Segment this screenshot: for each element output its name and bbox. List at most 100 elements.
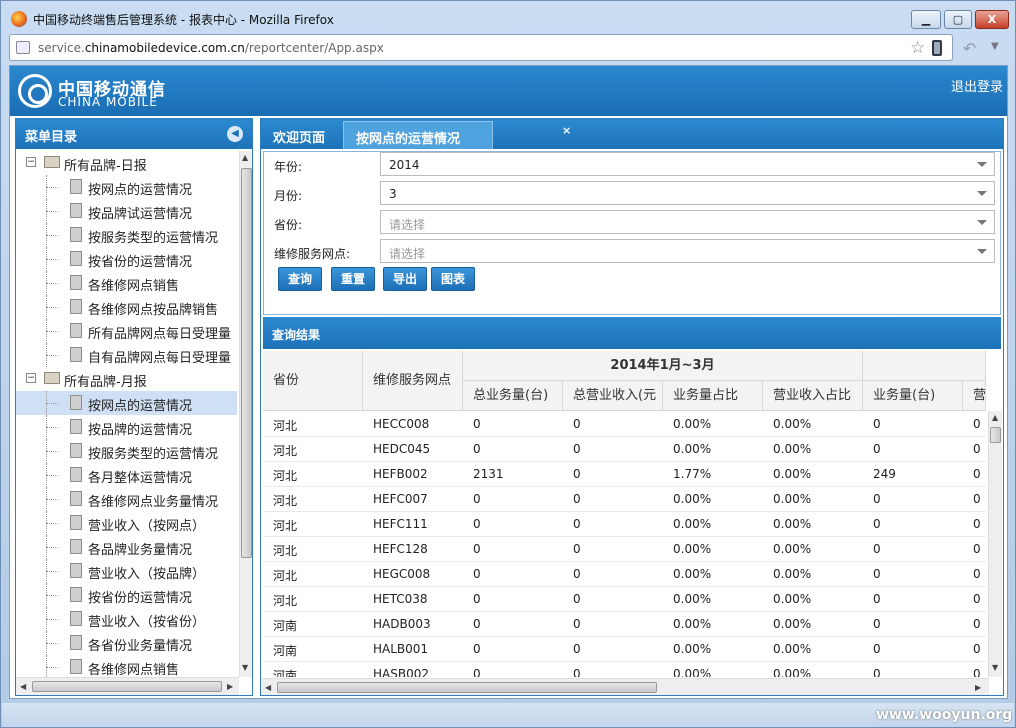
scroll-down-icon[interactable]: ▼ [242, 663, 248, 672]
tree-guide [46, 187, 58, 188]
collapse-sidebar-icon[interactable]: ◀ [227, 126, 243, 142]
export-button[interactable]: 导出 [383, 267, 427, 291]
tree-item[interactable]: 营业收入（按省份） [16, 607, 237, 631]
table-cell: 0.00% [673, 417, 712, 431]
tree-item[interactable]: 按品牌试运营情况 [16, 199, 237, 223]
scroll-thumb[interactable] [990, 427, 1001, 443]
scroll-down-icon[interactable]: ▼ [992, 663, 998, 672]
scroll-up-icon[interactable]: ▲ [992, 413, 998, 422]
tree-item[interactable]: 按服务类型的运营情况 [16, 223, 237, 247]
scroll-right-icon[interactable]: ▶ [227, 682, 233, 691]
table-row[interactable]: 河北 HEFB002 2131 0 1.77% 0.00% 249 0 [263, 462, 986, 487]
tree-item[interactable]: 各维修网点按品牌销售 [16, 295, 237, 319]
col-revenue[interactable]: 营业收 [963, 381, 986, 411]
tree-item[interactable]: 按省份的运营情况 [16, 583, 237, 607]
sidebar-vertical-scrollbar[interactable]: ▲ ▼ [239, 151, 252, 677]
tree-item-label: 各省份业务量情况 [88, 639, 193, 654]
scroll-left-icon[interactable]: ◀ [265, 683, 271, 692]
province-select[interactable]: 请选择 [380, 210, 995, 234]
tree-item[interactable]: 各省份业务量情况 [16, 631, 237, 655]
table-row[interactable]: 河北 HEGC008 0 0 0.00% 0.00% 0 0 [263, 562, 986, 587]
table-row[interactable]: 河北 HETC038 0 0 0.00% 0.00% 0 0 [263, 587, 986, 612]
collapse-node-icon[interactable]: − [26, 157, 36, 167]
col-volume-share[interactable]: 业务量占比 [663, 381, 763, 411]
tab-welcome[interactable]: 欢迎页面 [261, 121, 341, 149]
group-header-period: 2014年1月~3月 [463, 351, 863, 381]
logout-link[interactable]: 退出登录 [951, 76, 1003, 95]
table-cell: 0 [573, 542, 581, 556]
scroll-left-icon[interactable]: ◀ [20, 682, 26, 691]
table-row[interactable]: 河北 HEFC128 0 0 0.00% 0.00% 0 0 [263, 537, 986, 562]
tree-item-label: 各维修网点业务量情况 [88, 495, 219, 510]
tree-group-label: 所有品牌-日报 [64, 159, 147, 174]
tree-item[interactable]: 按网点的运营情况 [16, 175, 237, 199]
year-select[interactable]: 2014 [380, 152, 995, 176]
back-arrow-icon[interactable]: ↶ [963, 39, 976, 58]
address-bar[interactable]: service.chinamobiledevice.com.cn/reportc… [9, 34, 953, 61]
close-tab-icon[interactable]: × [562, 124, 571, 137]
reset-button[interactable]: 重置 [331, 267, 375, 291]
sidebar-horizontal-scrollbar[interactable]: ◀ ▶ [16, 677, 239, 695]
scroll-thumb[interactable] [277, 682, 657, 693]
tree-item[interactable]: 各维修网点销售 [16, 271, 237, 295]
outlet-select[interactable]: 请选择 [380, 239, 995, 263]
table-row[interactable]: 河北 HEFC111 0 0 0.00% 0.00% 0 0 [263, 512, 986, 537]
col-total-volume[interactable]: 总业务量(台) [463, 381, 563, 411]
table-row[interactable]: 河北 HEDC045 0 0 0.00% 0.00% 0 0 [263, 437, 986, 462]
table-row[interactable]: 河南 HADB003 0 0 0.00% 0.00% 0 0 [263, 612, 986, 637]
table-row[interactable]: 河北 HEFC007 0 0 0.00% 0.00% 0 0 [263, 487, 986, 512]
query-button[interactable]: 查询 [278, 267, 322, 291]
tree-item[interactable]: 自有品牌网点每日受理量 [16, 343, 237, 367]
col-total-revenue[interactable]: 总营业收入(元 [563, 381, 663, 411]
bookmark-star-icon[interactable]: ☆ [910, 38, 925, 58]
document-icon [70, 539, 82, 554]
col-outlet[interactable]: 维修服务网点 [363, 351, 463, 411]
collapse-node-icon[interactable]: − [26, 373, 36, 383]
tree-item[interactable]: 各品牌业务量情况 [16, 535, 237, 559]
col-volume[interactable]: 业务量(台) [863, 381, 963, 411]
table-cell: 0.00% [773, 517, 812, 531]
tree-group[interactable]: − 所有品牌-日报 [16, 151, 237, 175]
tree-item[interactable]: 按网点的运营情况 [16, 391, 237, 415]
table-row[interactable]: 河南 HASB002 0 0 0.00% 0.00% 0 0 [263, 662, 986, 677]
tree-item-label: 按省份的运营情况 [88, 591, 193, 606]
table-row[interactable]: 河北 HECC008 0 0 0.00% 0.00% 0 0 [263, 412, 986, 437]
grid-vertical-scrollbar[interactable]: ▲ ▼ [988, 411, 1002, 677]
grid-horizontal-scrollbar[interactable]: ◀ ▶ [261, 678, 989, 695]
watermark: www.wooyun.org [876, 707, 1013, 723]
tree-item[interactable]: 所有品牌网点每日受理量 [16, 319, 237, 343]
tree-item[interactable]: 按省份的运营情况 [16, 247, 237, 271]
mobile-device-icon[interactable] [932, 40, 942, 56]
scroll-up-icon[interactable]: ▲ [242, 153, 248, 162]
tab-outlet-operations[interactable]: 按网点的运营情况 × [343, 121, 571, 149]
scroll-right-icon[interactable]: ▶ [975, 683, 981, 692]
sidebar-header: 菜单目录 ◀ [16, 119, 252, 149]
table-cell: 2131 [473, 467, 504, 481]
scroll-thumb[interactable] [241, 168, 252, 558]
chart-button[interactable]: 图表 [431, 267, 475, 291]
minimize-button[interactable]: ▁ [911, 10, 941, 29]
tree-item[interactable]: 按品牌的运营情况 [16, 415, 237, 439]
col-province[interactable]: 省份 [263, 351, 363, 411]
month-select[interactable]: 3 [380, 181, 995, 205]
tree-item[interactable]: 营业收入（按品牌） [16, 559, 237, 583]
table-cell: 0 [573, 442, 581, 456]
scroll-thumb[interactable] [32, 681, 222, 692]
tree-item[interactable]: 营业收入（按网点） [16, 511, 237, 535]
history-dropdown-icon[interactable]: ▼ [991, 41, 999, 52]
maximize-button[interactable]: ▢ [944, 10, 972, 29]
tree-item[interactable]: 各维修网点业务量情况 [16, 487, 237, 511]
table-row[interactable]: 河南 HALB001 0 0 0.00% 0.00% 0 0 [263, 637, 986, 662]
folder-icon [44, 372, 60, 384]
tree-item-label: 营业收入（按省份） [88, 615, 206, 630]
tree-item[interactable]: 按服务类型的运营情况 [16, 439, 237, 463]
table-cell: 0 [573, 567, 581, 581]
tree-group[interactable]: − 所有品牌-月报 [16, 367, 237, 391]
close-window-button[interactable]: X [975, 10, 1009, 29]
url-text[interactable]: service.chinamobiledevice.com.cn/reportc… [38, 41, 384, 55]
sidebar-title: 菜单目录 [25, 130, 78, 145]
col-revenue-share[interactable]: 营业收入占比 [763, 381, 863, 411]
tree-item[interactable]: 各维修网点销售 [16, 655, 237, 677]
tree-item[interactable]: 各月整体运营情况 [16, 463, 237, 487]
table-cell: 0.00% [673, 517, 712, 531]
